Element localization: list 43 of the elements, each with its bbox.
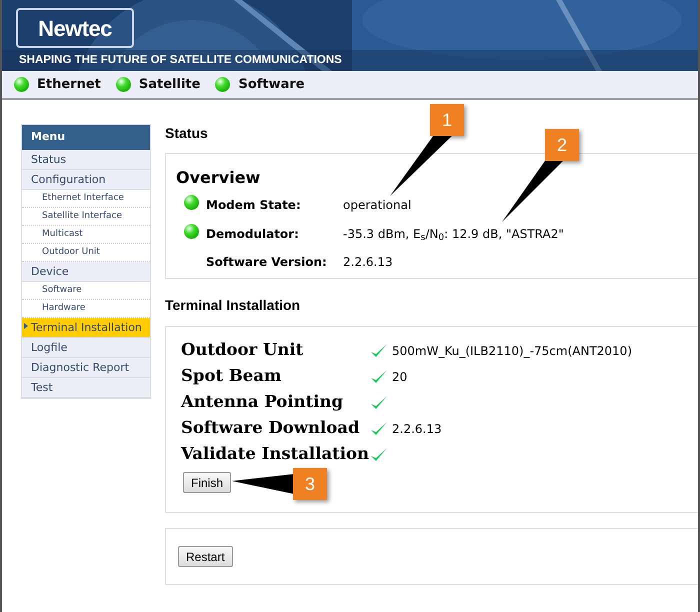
sidebar-item[interactable]: Status [22,150,150,170]
callout-pointer [232,474,294,496]
callout-badge: 1 [430,104,464,136]
step-value: 20 [392,368,408,386]
sidebar-item[interactable]: Device [22,262,150,282]
finish-button[interactable]: Finish [183,472,232,493]
sidebar-item[interactable]: Test [22,378,150,398]
step-label: Antenna Pointing [181,391,344,414]
step-label: Validate Installation [181,443,370,466]
step-value: 500mW_Ku_(ILB2110)_-75cm(ANT2010) [392,342,632,360]
callout-badge: 2 [545,129,579,161]
sidebar-item[interactable]: Multicast [22,226,150,244]
menu-title: Menu [22,125,150,150]
tagline: SHAPING THE FUTURE OF SATELLITE COMMUNICATIONS [19,53,343,68]
sidebar-item[interactable]: Software [22,282,150,300]
indicator-label: Satellite [138,76,200,94]
sidebar-item[interactable]: Logfile [22,338,150,358]
sidebar-item[interactable]: Terminal Installation [22,318,150,338]
sidebar-item[interactable]: Hardware [22,300,150,318]
step-label: Software Download [181,417,360,440]
field-value: 2.2.6.13 [343,254,393,271]
step-label: Spot Beam [181,365,282,388]
step-label: Outdoor Unit [181,339,304,362]
callout-badge: 3 [293,468,327,500]
section-title: Status [165,124,209,143]
field-value: -35.3 dBm, E$_{s}$/N$_{0}$: 12.9 dB, "ASTRA2" [343,226,564,243]
overview-title: Overview [176,167,262,189]
indicator-label: Software [238,76,305,94]
logo: Newtec [16,8,134,48]
sidebar-item[interactable]: Diagnostic Report [22,358,150,378]
field-value: operational [343,197,412,214]
sidebar-item[interactable]: Satellite Interface [22,208,150,226]
field-label: Software Version: [206,254,328,271]
section-title: Terminal Installation [165,296,302,315]
indicator-label: Ethernet [37,76,101,94]
field-label: Demodulator: [206,226,300,243]
step-value: 2.2.6.13 [392,420,442,438]
caret-icon [24,322,28,328]
sidebar-item[interactable]: Ethernet Interface [22,190,150,208]
sidebar-item[interactable]: Outdoor Unit [22,244,150,262]
sidebar-item[interactable]: Configuration [22,170,150,190]
field-label: Modem State: [206,197,302,214]
restart-button[interactable]: Restart [178,546,233,567]
